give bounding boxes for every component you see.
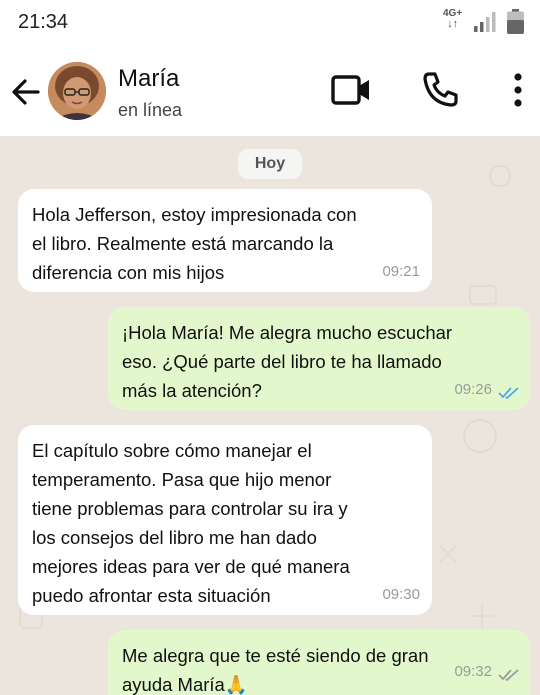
message-time: 09:30	[382, 586, 420, 603]
read-receipt-icon	[498, 387, 519, 400]
message-outgoing[interactable]: ¡Hola María! Me alegra mucho escuchar es…	[108, 307, 530, 410]
avatar-image	[48, 62, 106, 120]
message-time: 09:26	[454, 381, 492, 398]
contact-status: en línea	[118, 100, 183, 120]
date-chip: Hoy	[238, 149, 302, 179]
status-time: 21:34	[18, 11, 69, 33]
message-text: El capítulo sobre cómo manejar el temper…	[32, 440, 350, 606]
network-arrows: ↓↑	[447, 18, 459, 30]
delivered-receipt-icon	[498, 669, 519, 682]
signal-icon	[474, 12, 496, 32]
chat-area[interactable]: Hoy Hola Jefferson, estoy impresionada c…	[0, 136, 540, 695]
avatar[interactable]	[48, 62, 106, 120]
video-call-icon[interactable]	[330, 72, 372, 108]
message-text: Hola Jefferson, estoy impresionada con e…	[32, 204, 357, 283]
battery-icon	[507, 9, 524, 34]
message-time: 09:21	[382, 263, 420, 280]
message-outgoing[interactable]: Me alegra que te esté siendo de gran ayu…	[108, 630, 530, 695]
chat-header: María en línea	[0, 46, 540, 136]
back-arrow-icon[interactable]	[8, 74, 44, 110]
message-time: 09:32	[454, 663, 492, 680]
more-options-icon[interactable]	[509, 72, 527, 108]
message-incoming[interactable]: El capítulo sobre cómo manejar el temper…	[18, 425, 432, 615]
phone-icon[interactable]	[420, 70, 460, 110]
message-incoming[interactable]: Hola Jefferson, estoy impresionada con e…	[18, 189, 432, 292]
status-bar: 21:34 4G+ ↓↑	[0, 0, 540, 46]
network-indicator: 4G+ ↓↑	[443, 9, 462, 30]
contact-name[interactable]: María	[118, 65, 179, 93]
